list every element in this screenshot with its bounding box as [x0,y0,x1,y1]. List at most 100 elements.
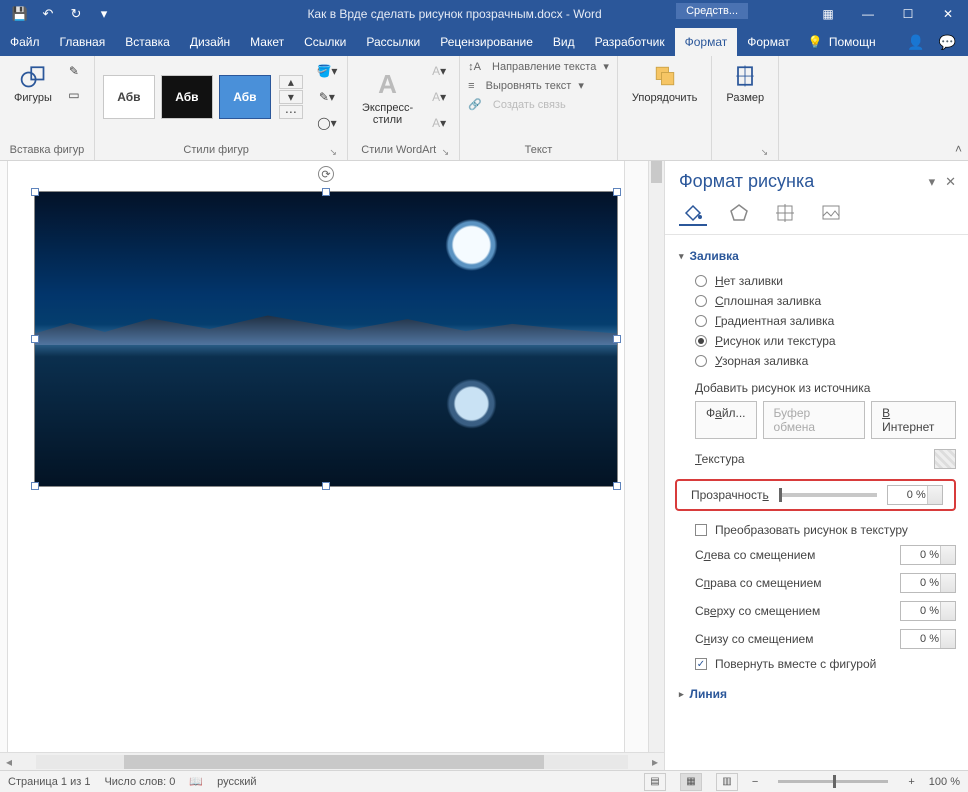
section-line-header[interactable]: Линия [679,687,956,701]
create-link-button[interactable]: 🔗 Создать связь [468,98,609,111]
pane-close-button[interactable]: ✕ [945,174,956,190]
scrollbar-thumb[interactable] [124,755,544,769]
zoom-slider[interactable] [778,780,888,783]
tab-format-picture[interactable]: Формат [737,28,800,56]
tab-format-drawing[interactable]: Формат [675,28,738,56]
scroll-right-arrow[interactable]: ▸ [646,755,664,769]
maximize-button[interactable]: ☐ [888,0,928,28]
view-print-layout[interactable]: ▦ [680,773,702,791]
tell-me[interactable]: 💡 Помощн [800,28,884,56]
scrollbar-thumb[interactable] [651,161,662,183]
pane-tab-layout[interactable] [771,200,799,226]
section-fill-header[interactable]: Заливка [679,249,956,263]
resize-handle-bl[interactable] [31,482,39,490]
insert-from-file-button[interactable]: Файл... [695,401,757,439]
tab-file[interactable]: Файл [0,28,50,56]
fill-option-pattern[interactable]: Узорная заливка [677,351,956,371]
spellcheck-icon[interactable]: 📖 [189,775,203,788]
style-gallery-more[interactable]: ⋯ [279,105,303,119]
save-button[interactable]: 💾 [8,3,32,25]
status-page[interactable]: Страница 1 из 1 [8,776,90,788]
zoom-level[interactable]: 100 % [929,776,960,788]
vertical-scrollbar[interactable] [648,161,664,752]
text-fill-button[interactable]: A▾ [427,60,451,82]
collapse-ribbon-button[interactable]: ˄ [955,142,962,156]
tab-design[interactable]: Дизайн [180,28,240,56]
status-word-count[interactable]: Число слов: 0 [104,776,175,788]
pane-tab-effects[interactable] [725,200,753,226]
tile-checkbox-row[interactable]: Преобразовать рисунок в текстуру [677,519,956,541]
pane-options-button[interactable]: ▾ [929,174,936,190]
status-language[interactable]: русский [217,776,256,788]
tab-insert[interactable]: Вставка [115,28,180,56]
insert-from-internet-button[interactable]: В Интернет [871,401,956,439]
style-gallery-up[interactable]: ▴ [279,75,303,89]
quick-styles-button[interactable]: A Экспресс- стили [356,67,419,128]
shapes-button[interactable]: Фигуры [8,60,58,106]
redo-button[interactable]: ↻ [64,3,88,25]
text-box-button[interactable]: ▭ [62,84,86,106]
tab-layout[interactable]: Макет [240,28,294,56]
fill-option-solid[interactable]: Сплошная заливка [677,291,956,311]
resize-handle-tm[interactable] [322,188,330,196]
zoom-in-button[interactable]: + [908,776,914,788]
shape-style-1[interactable]: Абв [103,75,155,119]
tab-review[interactable]: Рецензирование [430,28,543,56]
size-button[interactable]: Размер [720,60,770,106]
align-text-button[interactable]: ≡ Выровнять текст ▾ [468,79,609,92]
shape-outline-button[interactable]: ✎▾ [315,86,339,108]
zoom-out-button[interactable]: − [752,776,758,788]
tab-developer[interactable]: Разработчик [585,28,675,56]
comments-icon[interactable]: 💬 [939,34,956,51]
offset-right-spinner[interactable]: 0 % [900,573,956,593]
insert-from-clipboard-button[interactable]: Буфер обмена [763,401,866,439]
close-button[interactable]: ✕ [928,0,968,28]
fill-option-gradient[interactable]: Градиентная заливка [677,311,956,331]
shape-styles-launcher[interactable]: ↘ [329,147,339,158]
resize-handle-bm[interactable] [322,482,330,490]
view-web-layout[interactable]: ▥ [716,773,738,791]
texture-picker[interactable] [934,449,956,469]
transparency-spinner[interactable]: 0 % [887,485,943,505]
scroll-left-arrow[interactable]: ◂ [0,755,18,769]
document-area[interactable]: ⟳ ◂ ▸ [0,161,664,770]
arrange-button[interactable]: Упорядочить [626,60,703,106]
minimize-button[interactable]: — [848,0,888,28]
resize-handle-ml[interactable] [31,335,39,343]
shape-style-2[interactable]: Абв [161,75,213,119]
text-effects-button[interactable]: A▾ [427,112,451,134]
share-icon[interactable]: 👤 [907,34,924,51]
pane-tab-fill[interactable] [679,200,707,226]
scrollbar-track[interactable] [36,755,628,769]
qat-customize[interactable]: ▾ [92,3,116,25]
style-gallery-down[interactable]: ▾ [279,90,303,104]
tab-home[interactable]: Главная [50,28,116,56]
undo-button[interactable]: ↶ [36,3,60,25]
selected-image[interactable]: ⟳ [34,191,618,487]
edit-shape-button[interactable]: ✎ [62,60,86,82]
resize-handle-tr[interactable] [613,188,621,196]
offset-bottom-spinner[interactable]: 0 % [900,629,956,649]
wordart-styles-launcher[interactable]: ↘ [442,147,452,158]
fill-option-none[interactable]: Нет заливки [677,271,956,291]
tab-view[interactable]: Вид [543,28,585,56]
offset-top-spinner[interactable]: 0 % [900,601,956,621]
text-direction-button[interactable]: ↕A Направление текста ▾ [468,60,609,73]
ribbon-display-options[interactable]: ▦ [808,0,848,28]
fill-option-picture[interactable]: Рисунок или текстура [677,331,956,351]
shape-fill-button[interactable]: 🪣▾ [315,60,339,82]
text-outline-button[interactable]: A▾ [427,86,451,108]
tab-mailings[interactable]: Рассылки [356,28,430,56]
rotate-with-shape-row[interactable]: Повернуть вместе с фигурой [677,653,956,675]
size-launcher[interactable]: ↘ [720,147,770,158]
transparency-slider[interactable] [779,493,877,497]
pane-tab-picture[interactable] [817,200,845,226]
resize-handle-br[interactable] [613,482,621,490]
rotate-handle[interactable]: ⟳ [318,166,334,182]
shape-effects-button[interactable]: ◯▾ [315,112,339,134]
offset-left-spinner[interactable]: 0 % [900,545,956,565]
shape-style-3[interactable]: Абв [219,75,271,119]
tab-references[interactable]: Ссылки [294,28,356,56]
horizontal-scrollbar[interactable]: ◂ ▸ [0,752,664,770]
resize-handle-mr[interactable] [613,335,621,343]
